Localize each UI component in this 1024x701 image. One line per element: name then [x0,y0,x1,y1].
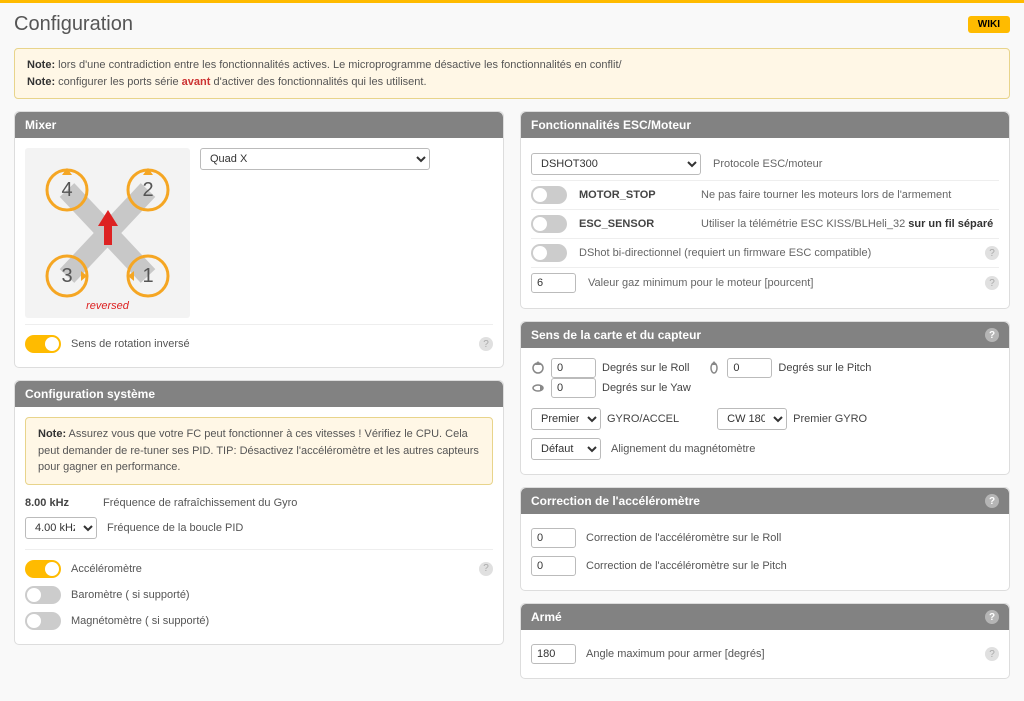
panel-title: Configuration système [25,387,155,401]
pid-loop-select[interactable]: 4.00 kHz [25,517,97,539]
motor-idle-label: Valeur gaz minimum pour le moteur [pourc… [588,277,973,289]
note-text: lors d'une contradiction entre les fonct… [55,59,621,71]
accel-toggle[interactable] [25,560,61,578]
arming-panel: Armé ? Angle maximum pour armer [degrés]… [520,603,1010,679]
pitch-deg-label: Degrés sur le Pitch [778,362,871,374]
note-avant: avant [182,76,211,88]
gyro-freq-label: Fréquence de rafraîchissement du Gyro [103,497,493,509]
motor-1-label: 1 [142,265,153,287]
bidir-desc: DShot bi-directionnel (requiert un firmw… [579,247,973,259]
reversed-label: reversed [86,300,129,312]
motor-stop-toggle[interactable] [531,186,567,204]
mixer-panel: Mixer [14,111,504,368]
acc-trim-roll-label: Correction de l'accéléromètre sur le Rol… [586,532,999,544]
yaw-icon [531,381,545,395]
note-text: d'activer des fonctionnalités qui les ut… [210,76,426,88]
help-icon[interactable]: ? [985,276,999,290]
system-config-panel: Configuration système Note: Assurez vous… [14,380,504,645]
motor-4-label: 4 [61,179,72,201]
esc-protocol-label: Protocole ESC/moteur [713,158,999,170]
acc-trim-pitch-label: Correction de l'accéléromètre sur le Pit… [586,560,999,572]
roll-icon [531,361,545,375]
motor-stop-name: MOTOR_STOP [579,189,689,201]
help-icon[interactable]: ? [985,494,999,508]
accel-label: Accéléromètre [71,563,469,575]
panel-title: Sens de la carte et du capteur [531,328,701,342]
gyro-align-label: GYRO/ACCEL [607,413,679,425]
accel-trim-panel: Correction de l'accéléromètre ? Correcti… [520,487,1010,591]
note-label: Note: [27,76,55,88]
mag-align-select[interactable]: Défaut [531,438,601,460]
motor-stop-desc: Ne pas faire tourner les moteurs lors de… [701,189,999,201]
wiki-button[interactable]: WIKI [968,16,1010,33]
mag-align-label: Alignement du magnétomètre [611,443,999,455]
arm-angle-label: Angle maximum pour armer [degrés] [586,648,975,660]
help-icon[interactable]: ? [985,647,999,661]
mixer-diagram: 4 2 3 1 reversed [25,148,190,318]
esc-protocol-select[interactable]: DSHOT300 [531,153,701,175]
roll-deg-input[interactable] [551,358,596,378]
help-icon[interactable]: ? [985,610,999,624]
esc-panel: Fonctionnalités ESC/Moteur DSHOT300 Prot… [520,111,1010,309]
reverse-rotation-toggle[interactable] [25,335,61,353]
roll-deg-label: Degrés sur le Roll [602,362,689,374]
note-label: Note: [38,428,66,440]
yaw-deg-label: Degrés sur le Yaw [602,382,691,394]
esc-sensor-desc: Utiliser la télémétrie ESC KISS/BLHeli_3… [701,218,999,230]
panel-title: Correction de l'accéléromètre [531,494,700,508]
help-icon[interactable]: ? [985,246,999,260]
page-title: Configuration [14,13,133,36]
gyro-cw-select[interactable]: CW 180° [717,408,787,430]
acc-trim-pitch-input[interactable] [531,556,576,576]
gyro-cw-label: Premier GYRO [793,413,867,425]
pitch-deg-input[interactable] [727,358,772,378]
help-icon[interactable]: ? [985,328,999,342]
motor-idle-input[interactable] [531,273,576,293]
gyro-freq-value: 8.00 kHz [25,497,93,509]
gyro-align-select[interactable]: Premier [531,408,601,430]
help-icon[interactable]: ? [479,562,493,576]
motor-2-label: 2 [142,179,153,201]
baro-toggle[interactable] [25,586,61,604]
board-orientation-panel: Sens de la carte et du capteur ? Degrés … [520,321,1010,475]
panel-title: Fonctionnalités ESC/Moteur [531,118,691,132]
pid-loop-label: Fréquence de la boucle PID [107,522,493,534]
note-text: Assurez vous que votre FC peut fonctionn… [38,428,479,473]
pitch-icon [707,361,721,375]
mag-label: Magnétomètre ( si supporté) [71,615,493,627]
esc-sensor-name: ESC_SENSOR [579,218,689,230]
panel-title: Mixer [25,118,56,132]
arm-angle-input[interactable] [531,644,576,664]
note-text: configurer les ports série [55,76,182,88]
help-icon[interactable]: ? [479,337,493,351]
mag-toggle[interactable] [25,612,61,630]
panel-title: Armé [531,610,562,624]
mixer-type-select[interactable]: Quad X [200,148,430,170]
motor-3-label: 3 [61,265,72,287]
baro-label: Baromètre ( si supporté) [71,589,493,601]
note-label: Note: [27,59,55,71]
bidir-toggle[interactable] [531,244,567,262]
reverse-rotation-label: Sens de rotation inversé [71,338,469,350]
esc-sensor-toggle[interactable] [531,215,567,233]
yaw-deg-input[interactable] [551,378,596,398]
acc-trim-roll-input[interactable] [531,528,576,548]
top-note: Note: lors d'une contradiction entre les… [14,48,1010,99]
